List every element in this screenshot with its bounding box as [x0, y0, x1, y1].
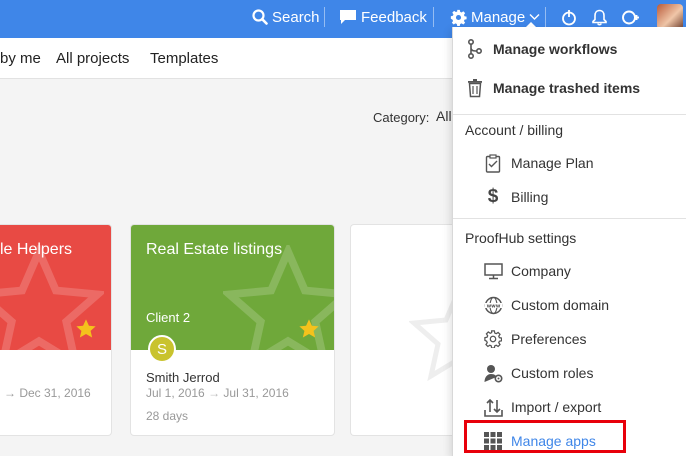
project-card[interactable]: le Helpers → Dec 31, 2016 [0, 224, 112, 436]
card-dates: Jul 1, 2016 → Jul 31, 2016 [146, 386, 289, 400]
menu-item-billing[interactable]: $ Billing [483, 186, 549, 207]
arrow-right-icon: → [208, 386, 221, 400]
add-project-card[interactable] [350, 224, 460, 436]
menu-item-manage-plan[interactable]: Manage Plan [483, 153, 594, 173]
card-title: le Helpers [0, 241, 73, 258]
star-watermark-icon [0, 245, 104, 372]
dollar-icon: $ [487, 186, 499, 207]
workflow-icon [465, 39, 485, 59]
tab-templates[interactable]: Templates [150, 50, 218, 67]
quick-add-icon [622, 10, 639, 24]
menu-item-import-export[interactable]: Import / export [483, 397, 601, 417]
favorite-star-icon[interactable] [75, 318, 97, 340]
menu-item-custom-roles[interactable]: Custom roles [483, 363, 593, 383]
menu-item-preferences[interactable]: Preferences [483, 329, 586, 349]
search-label: Search [272, 8, 320, 26]
monitor-icon [483, 261, 503, 281]
chat-icon [340, 10, 356, 24]
category-select[interactable]: All [436, 108, 452, 124]
menu-divider [453, 218, 686, 219]
card-duration: 28 days [146, 409, 189, 423]
card-dates: → Dec 31, 2016 [4, 386, 91, 400]
menu-item-label: Import / export [511, 399, 602, 415]
www-globe-icon: www [483, 295, 503, 315]
menu-divider [453, 114, 686, 115]
menu-item-label: Preferences [511, 331, 587, 347]
power-timer-icon [562, 9, 576, 25]
menu-item-company[interactable]: Company [483, 261, 571, 281]
card-start-date: Jul 1, 2016 [146, 386, 205, 400]
card-client: Client 2 [146, 310, 191, 325]
feedback-label: Feedback [361, 8, 427, 26]
menu-item-manage-trashed[interactable]: Manage trashed items [465, 78, 640, 98]
gear-icon [483, 329, 503, 349]
menu-item-label: Manage workflows [493, 41, 618, 57]
section-heading-settings: ProofHub settings [465, 230, 577, 246]
card-header: Real Estate listings Client 2 [131, 225, 334, 372]
menu-item-label: Custom domain [511, 297, 610, 313]
svg-text:www: www [486, 303, 500, 309]
manage-label: Manage [471, 8, 526, 26]
highlight-box [464, 420, 626, 453]
manage-dropdown: Manage workflows Manage trashed items Ac… [452, 27, 686, 456]
menu-item-label: Manage trashed items [493, 80, 641, 96]
search-button[interactable]: Search [252, 0, 320, 34]
topbar-divider [324, 7, 325, 27]
section-heading-account: Account / billing [465, 122, 564, 138]
category-label: Category: [373, 110, 430, 125]
card-owner-name: Smith Jerrod [146, 370, 220, 385]
menu-item-manage-workflows[interactable]: Manage workflows [465, 39, 617, 59]
card-header: le Helpers [0, 225, 111, 372]
menu-item-label: Billing [511, 189, 549, 205]
import-export-icon [483, 397, 503, 417]
bell-icon [592, 9, 607, 25]
search-icon [252, 9, 268, 25]
project-card[interactable]: Real Estate listings Client 2 S Smith Je… [130, 224, 335, 436]
chevron-down-icon [529, 14, 540, 20]
trash-icon [465, 78, 485, 98]
tab-by-me[interactable]: by me [0, 50, 41, 67]
menu-item-custom-domain[interactable]: www Custom domain [483, 295, 609, 315]
clipboard-icon [483, 153, 503, 173]
feedback-button[interactable]: Feedback [339, 0, 427, 34]
menu-item-label: Manage Plan [511, 155, 594, 171]
topbar-divider [433, 7, 434, 27]
menu-item-label: Custom roles [511, 365, 594, 381]
topbar-divider [545, 7, 546, 27]
owner-avatar: S [148, 335, 176, 363]
menu-item-label: Company [511, 263, 571, 279]
gear-icon [450, 9, 467, 26]
tab-all-projects[interactable]: All projects [56, 50, 129, 67]
star-watermark-icon [223, 245, 334, 372]
card-title: Real Estate listings [146, 241, 283, 258]
user-gear-icon [483, 363, 503, 383]
card-end-date: Jul 31, 2016 [223, 386, 289, 400]
favorite-star-icon[interactable] [298, 318, 320, 340]
